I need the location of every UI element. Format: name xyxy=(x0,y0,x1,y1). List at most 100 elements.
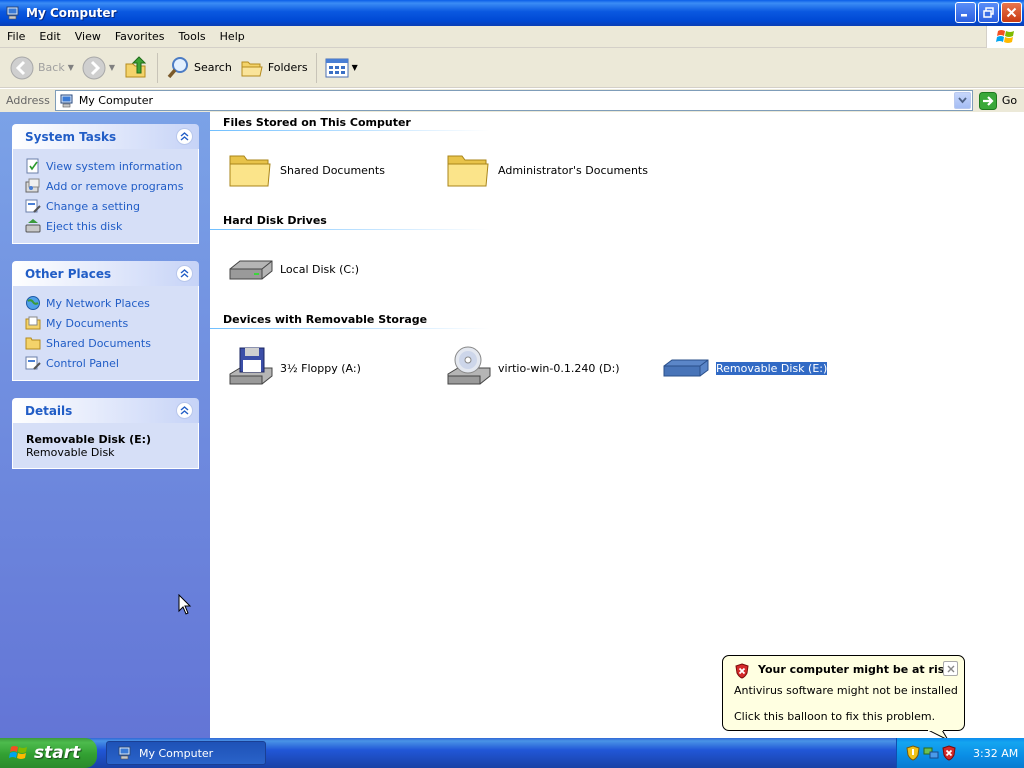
forward-dropdown-icon[interactable]: ▼ xyxy=(109,63,115,72)
balloon-action: Click this balloon to fix this problem. xyxy=(734,710,936,723)
views-icon xyxy=(325,58,349,77)
control-panel-icon xyxy=(25,356,41,370)
close-button[interactable] xyxy=(1001,2,1022,23)
change-setting-link[interactable]: Change a setting xyxy=(25,196,188,216)
back-dropdown-icon[interactable]: ▼ xyxy=(68,63,74,72)
details-box: Details Removable Disk (E:) Removable Di… xyxy=(12,398,199,469)
views-button[interactable]: ▼ xyxy=(321,51,362,85)
item-label: Removable Disk (E:) xyxy=(714,360,829,376)
file-view: Files Stored on This Computer Shared Doc… xyxy=(210,112,1024,738)
clock[interactable]: 3:32 AM xyxy=(973,747,1018,760)
task-link-label: Control Panel xyxy=(46,356,119,370)
go-button[interactable]: Go xyxy=(978,91,1017,110)
other-places-body: My Network Places My Documents Shared Do… xyxy=(12,286,199,381)
minimize-button[interactable] xyxy=(955,2,976,23)
task-pane: System Tasks View system information Add… xyxy=(0,112,210,738)
my-documents-link[interactable]: My Documents xyxy=(25,313,188,333)
security-balloon[interactable]: Your computer might be at risk Antivirus… xyxy=(722,655,965,731)
toolbar: Back ▼ ▼ Search Folders ▼ xyxy=(0,48,1024,88)
item-label: Local Disk (C:) xyxy=(280,262,360,276)
balloon-close-button[interactable] xyxy=(943,661,958,676)
my-computer-icon xyxy=(60,94,73,107)
my-network-places-link[interactable]: My Network Places xyxy=(25,293,188,313)
forward-button[interactable]: ▼ xyxy=(78,51,119,85)
details-item-name: Removable Disk (E:) xyxy=(26,433,152,446)
go-arrow-icon xyxy=(978,91,997,110)
group-header: Files Stored on This Computer xyxy=(223,116,411,129)
floppy-drive-icon xyxy=(229,347,273,385)
shared-documents-link[interactable]: Shared Documents xyxy=(25,333,188,353)
taskbar-window-label: My Computer xyxy=(139,746,214,760)
item-label: Shared Documents xyxy=(280,163,385,177)
menu-help[interactable]: Help xyxy=(213,26,252,48)
restore-button[interactable] xyxy=(978,2,999,23)
eject-icon xyxy=(25,219,41,233)
collapse-button[interactable] xyxy=(176,265,193,282)
group-divider xyxy=(210,130,490,131)
floppy-a-item[interactable]: 3½ Floppy (A:) xyxy=(226,344,361,392)
add-remove-programs-link[interactable]: Add or remove programs xyxy=(25,176,188,196)
shared-documents-item[interactable]: Shared Documents xyxy=(226,146,385,194)
task-link-label: Eject this disk xyxy=(46,219,123,233)
security-center-icon[interactable] xyxy=(905,745,921,761)
network-icon[interactable] xyxy=(923,745,939,761)
views-dropdown-icon[interactable]: ▼ xyxy=(352,63,358,72)
other-places-header[interactable]: Other Places xyxy=(12,261,199,286)
item-label: Administrator's Documents xyxy=(498,163,648,177)
menu-view[interactable]: View xyxy=(68,26,108,48)
item-label: virtio-win-0.1.240 (D:) xyxy=(498,361,620,375)
group-divider xyxy=(210,229,490,230)
back-arrow-icon xyxy=(10,56,34,79)
balloon-title: Your computer might be at risk xyxy=(758,663,952,676)
chevron-up-icon xyxy=(180,406,189,415)
view-system-information-link[interactable]: View system information xyxy=(25,156,188,176)
task-link-label: My Documents xyxy=(46,316,129,330)
address-dropdown-button[interactable] xyxy=(953,92,971,109)
menu-tools[interactable]: Tools xyxy=(172,26,213,48)
local-disk-c-item[interactable]: Local Disk (C:) xyxy=(226,245,359,293)
windows-logo xyxy=(986,26,1024,48)
administrators-documents-item[interactable]: Administrator's Documents xyxy=(444,146,648,194)
menu-edit[interactable]: Edit xyxy=(32,26,67,48)
address-label: Address xyxy=(6,94,50,107)
control-panel-link[interactable]: Control Panel xyxy=(25,353,188,373)
group-header: Devices with Removable Storage xyxy=(223,313,428,326)
network-places-icon xyxy=(26,296,40,310)
start-button[interactable]: start xyxy=(0,738,97,768)
system-tasks-header[interactable]: System Tasks xyxy=(12,124,199,149)
folders-button[interactable]: Folders xyxy=(236,51,312,85)
address-value: My Computer xyxy=(78,94,153,107)
back-button[interactable]: Back ▼ xyxy=(6,51,78,85)
cd-drive-icon xyxy=(447,346,491,385)
toolbar-separator xyxy=(157,52,159,83)
menu-bar: File Edit View Favorites Tools Help xyxy=(0,26,1024,48)
forward-arrow-icon xyxy=(82,56,106,79)
collapse-button[interactable] xyxy=(176,128,193,145)
taskbar-window-button[interactable]: My Computer xyxy=(106,741,266,765)
other-places-box: Other Places My Network Places My Docume… xyxy=(12,261,199,381)
details-header[interactable]: Details xyxy=(12,398,199,423)
menu-file[interactable]: File xyxy=(0,26,32,48)
virtio-win-d-item[interactable]: virtio-win-0.1.240 (D:) xyxy=(444,344,620,392)
menu-favorites[interactable]: Favorites xyxy=(108,26,172,48)
other-places-title: Other Places xyxy=(25,266,112,281)
control-panel-icon xyxy=(25,199,41,213)
windows-flag-icon xyxy=(995,30,1014,43)
eject-disk-link[interactable]: Eject this disk xyxy=(25,216,188,236)
shield-warning-icon[interactable] xyxy=(941,745,957,761)
my-documents-icon xyxy=(25,316,41,330)
start-label: start xyxy=(34,743,81,763)
details-item-type: Removable Disk xyxy=(26,446,115,459)
shield-icon xyxy=(735,663,749,679)
collapse-button[interactable] xyxy=(176,402,193,419)
search-button[interactable]: Search xyxy=(162,51,236,85)
task-link-label: Shared Documents xyxy=(46,336,151,350)
folder-icon xyxy=(447,155,489,187)
task-link-label: View system information xyxy=(46,159,183,173)
item-label: 3½ Floppy (A:) xyxy=(280,361,361,375)
removable-disk-e-item[interactable]: Removable Disk (E:) xyxy=(662,344,829,392)
up-folder-button[interactable] xyxy=(119,51,153,85)
title-bar[interactable]: My Computer xyxy=(0,0,1024,26)
address-input[interactable]: My Computer xyxy=(54,90,973,111)
taskbar: start My Computer 3:32 AM xyxy=(0,738,1024,768)
